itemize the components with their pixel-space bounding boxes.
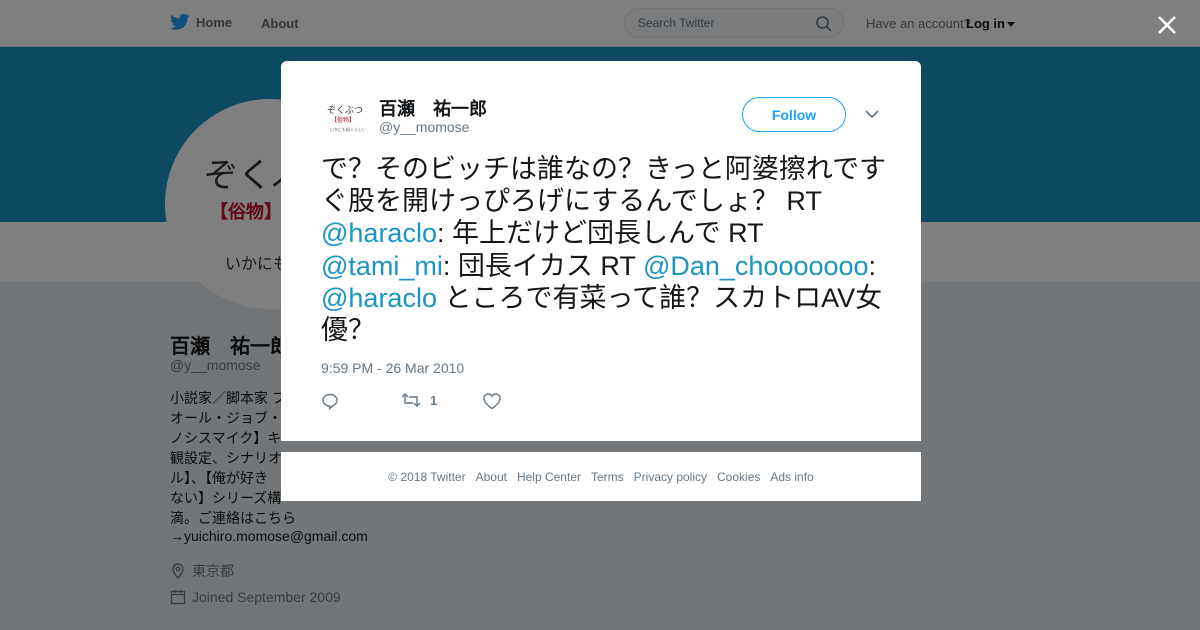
avatar-line: 【俗物】 xyxy=(331,118,356,124)
mention-link[interactable]: @haraclo xyxy=(321,283,437,313)
footer-link-about[interactable]: About xyxy=(476,470,507,484)
mention-link[interactable]: @Dan_chooooooo xyxy=(643,251,869,281)
footer-link-privacy[interactable]: Privacy policy xyxy=(634,470,707,484)
mention-link[interactable]: @tami_mi xyxy=(321,251,443,281)
retweet-icon xyxy=(401,393,421,407)
tweet-modal: ぞくぶつ 【俗物】 いかにも俗人らしい 百瀬 祐一郎 @y__momose Fo… xyxy=(281,61,921,441)
retweet-count: 1 xyxy=(430,392,438,408)
tweet-text-segment: で？そのビッチは誰なの？きっと阿婆擦れですぐ股を開けっぴろげにするんでしょ？ R… xyxy=(321,154,887,217)
tweet-timestamp[interactable]: 9:59 PM - 26 Mar 2010 xyxy=(321,360,464,376)
tweet-author-name[interactable]: 百瀬 祐一郎 xyxy=(379,95,487,121)
close-icon[interactable] xyxy=(1154,12,1180,38)
chevron-down-icon[interactable] xyxy=(865,109,879,119)
retweet-button[interactable]: 1 xyxy=(401,392,437,408)
footer-link-cookies[interactable]: Cookies xyxy=(717,470,760,484)
follow-button[interactable]: Follow xyxy=(742,97,846,132)
reply-icon[interactable] xyxy=(321,392,339,410)
footer-copyright: © 2018 Twitter xyxy=(388,469,466,484)
mention-link[interactable]: @haraclo xyxy=(321,218,437,248)
tweet-author-handle[interactable]: @y__momose xyxy=(379,119,469,135)
footer-link-ads[interactable]: Ads info xyxy=(770,470,813,484)
heart-icon[interactable] xyxy=(482,392,502,410)
footer-link-help[interactable]: Help Center xyxy=(517,470,581,484)
tweet-text-segment: : xyxy=(868,250,877,281)
tweet-text-segment: : 団長イカス RT xyxy=(442,250,643,281)
avatar-line: いかにも俗人らしい xyxy=(330,127,366,132)
tweet-text-segment: : 年上だけど団長しんで RT xyxy=(436,218,764,249)
tweet-author-avatar[interactable]: ぞくぶつ 【俗物】 いかにも俗人らしい xyxy=(321,93,369,141)
footer-link-terms[interactable]: Terms xyxy=(591,470,624,484)
modal-footer: © 2018 Twitter About Help Center Terms P… xyxy=(281,452,921,501)
tweet-text: で？そのビッチは誰なの？きっと阿婆擦れですぐ股を開けっぴろげにするんでしょ？ R… xyxy=(321,153,891,346)
